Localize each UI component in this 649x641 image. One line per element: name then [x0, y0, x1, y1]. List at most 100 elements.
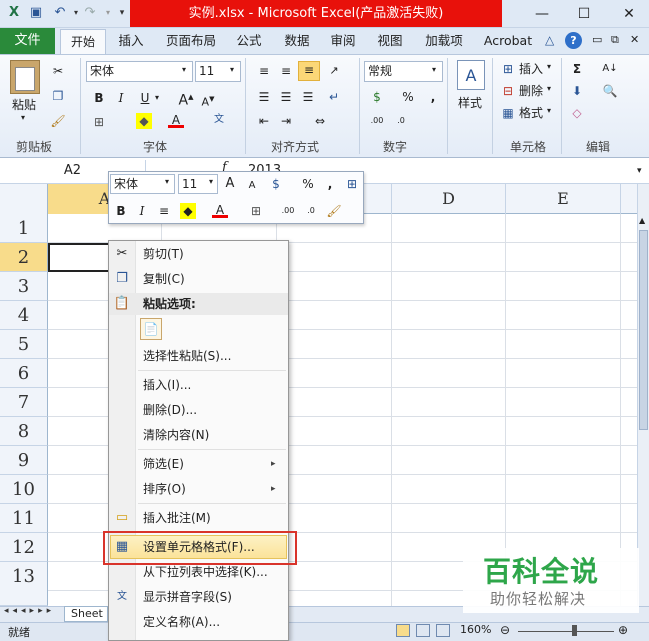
menu-item-cut[interactable]: 剪切(T) — [143, 243, 184, 265]
decrease-decimal-icon[interactable]: .0 — [393, 113, 409, 129]
tab-acrobat[interactable]: Acrobat — [480, 28, 536, 54]
row-header[interactable]: 3 — [0, 272, 48, 301]
italic-icon[interactable]: I — [113, 90, 129, 106]
close-button[interactable]: ✕ — [617, 4, 641, 24]
fill-color-icon[interactable]: ◆ — [136, 113, 152, 129]
scroll-up-icon[interactable]: ▲ — [639, 216, 645, 225]
row-header[interactable]: 7 — [0, 388, 48, 417]
minimize-button[interactable]: — — [530, 4, 554, 24]
clear-icon[interactable]: ◇ — [569, 105, 585, 121]
grow-font-icon[interactable]: A▲ — [178, 89, 194, 109]
mini-font-name-dropdown-icon[interactable]: ▾ — [165, 177, 169, 186]
row-header[interactable]: 2 — [0, 243, 48, 272]
row-header[interactable]: 4 — [0, 301, 48, 330]
row-header[interactable]: 13 — [0, 562, 48, 606]
font-color-icon[interactable]: A — [168, 112, 184, 128]
scroll-thumb[interactable] — [639, 230, 648, 430]
mini-fill-color-icon[interactable]: ◆ — [180, 203, 196, 219]
tab-home[interactable]: 开始 — [60, 29, 106, 55]
help-icon[interactable]: ? — [565, 32, 582, 49]
mini-bold-icon[interactable]: B — [113, 203, 129, 219]
underline-icon[interactable]: U — [137, 90, 153, 106]
menu-item-pick-from-list[interactable]: 从下拉列表中选择(K)... — [143, 561, 268, 583]
copy-icon[interactable]: ❐ — [50, 88, 66, 104]
mini-comma-icon[interactable]: , — [322, 176, 338, 192]
align-top-icon[interactable]: ≡ — [256, 63, 272, 79]
wrap-text-icon[interactable]: ↵ — [326, 89, 342, 105]
cut-icon[interactable]: ✂ — [50, 63, 66, 79]
delete-cells-icon[interactable]: ⊟ — [500, 83, 516, 99]
tab-file[interactable]: 文件 — [0, 28, 55, 54]
increase-decimal-icon[interactable]: .00 — [369, 113, 385, 129]
accounting-format-icon[interactable]: $ — [369, 89, 385, 105]
tab-insert[interactable]: 插入 — [112, 28, 150, 54]
mini-grow-font-icon[interactable]: A — [222, 176, 238, 192]
sheet-tab[interactable]: Sheet — [64, 606, 108, 622]
decrease-indent-icon[interactable]: ⇤ — [256, 113, 272, 129]
format-cells-icon[interactable]: ▦ — [500, 105, 516, 121]
row-header[interactable]: 8 — [0, 417, 48, 446]
tab-page-layout[interactable]: 页面布局 — [160, 28, 222, 54]
insert-cells-button[interactable]: 插入 — [519, 60, 543, 78]
menu-item-define-name[interactable]: 定义名称(A)... — [143, 611, 220, 633]
mini-font-color-icon[interactable]: A — [212, 202, 228, 218]
zoom-in-icon[interactable]: ⊕ — [618, 623, 628, 637]
expand-formula-bar-icon[interactable]: ▾ — [637, 160, 642, 182]
page-layout-view-icon[interactable] — [416, 624, 430, 637]
align-center-icon[interactable]: ☰ — [278, 89, 294, 105]
fill-icon[interactable]: ⬇ — [569, 83, 585, 99]
insert-dropdown-icon[interactable]: ▾ — [547, 62, 551, 71]
font-size-dropdown-icon[interactable]: ▾ — [230, 65, 234, 74]
select-all-button[interactable] — [0, 184, 48, 214]
merge-center-icon[interactable]: ⇔ — [312, 113, 328, 129]
zoom-slider-thumb[interactable] — [572, 625, 577, 636]
paste-button[interactable]: 粘贴 — [12, 96, 36, 114]
paste-dropdown-icon[interactable]: ▾ — [21, 113, 25, 122]
row-header[interactable]: 5 — [0, 330, 48, 359]
menu-item-delete[interactable]: 删除(D)... — [143, 399, 197, 421]
zoom-out-icon[interactable]: ⊖ — [500, 623, 510, 637]
menu-item-format-cells[interactable]: 设置单元格格式(F)... — [143, 536, 255, 558]
font-name-dropdown-icon[interactable]: ▾ — [182, 65, 186, 74]
row-header[interactable]: 12 — [0, 533, 48, 562]
column-header-d[interactable]: D — [392, 184, 506, 214]
mini-shrink-font-icon[interactable]: A — [244, 178, 260, 194]
autosum-icon[interactable]: Σ — [569, 61, 585, 77]
menu-item-filter[interactable]: 筛选(E) — [143, 453, 184, 475]
font-size-select[interactable]: 11 — [195, 61, 241, 82]
sheet-nav-icons[interactable]: ◂◂◂▸▸▸ — [4, 606, 55, 616]
column-header-e[interactable]: E — [506, 184, 621, 214]
tab-review[interactable]: 审阅 — [326, 28, 360, 54]
mini-decrease-decimal-icon[interactable]: .0 — [303, 203, 319, 219]
zoom-slider[interactable] — [518, 631, 614, 632]
menu-item-insert[interactable]: 插入(I)... — [143, 374, 191, 396]
mini-borders-icon[interactable]: ⊞ — [248, 203, 264, 219]
format-cells-button[interactable]: 格式 — [519, 104, 543, 122]
menu-item-show-phonetic[interactable]: 显示拼音字段(S) — [143, 586, 232, 608]
insert-cells-icon[interactable]: ⊞ — [500, 61, 516, 77]
tab-addins[interactable]: 加载项 — [420, 28, 468, 54]
redo-icon[interactable]: ↷ — [82, 5, 98, 21]
row-header[interactable]: 11 — [0, 504, 48, 533]
wb-minimize-icon[interactable]: ▭ — [592, 33, 602, 46]
menu-item-clear-contents[interactable]: 清除内容(N) — [143, 424, 209, 446]
align-left-icon[interactable]: ☰ — [256, 89, 272, 105]
format-painter-icon[interactable]: 🖌 — [50, 113, 66, 129]
font-name-select[interactable]: 宋体 — [86, 61, 193, 82]
find-select-icon[interactable]: 🔍 — [602, 83, 618, 99]
align-bottom-icon[interactable]: ≡ — [298, 61, 320, 81]
page-break-view-icon[interactable] — [436, 624, 450, 637]
align-right-icon[interactable]: ☰ — [300, 89, 316, 105]
number-format-dropdown-icon[interactable]: ▾ — [432, 65, 436, 74]
menu-item-paste-special[interactable]: 选择性粘贴(S)... — [143, 345, 231, 367]
sort-filter-icon[interactable]: A↓ — [602, 61, 618, 77]
phonetic-guide-icon[interactable]: 文 — [211, 112, 227, 128]
tab-formulas[interactable]: 公式 — [232, 28, 266, 54]
normal-view-icon[interactable] — [396, 624, 410, 637]
tab-data[interactable]: 数据 — [280, 28, 314, 54]
row-header[interactable]: 9 — [0, 446, 48, 475]
zoom-level[interactable]: 160% — [460, 623, 491, 636]
shrink-font-icon[interactable]: A▼ — [200, 91, 216, 109]
customize-qat-icon[interactable]: ▾ — [114, 5, 130, 21]
menu-item-insert-comment[interactable]: 插入批注(M) — [143, 507, 211, 529]
